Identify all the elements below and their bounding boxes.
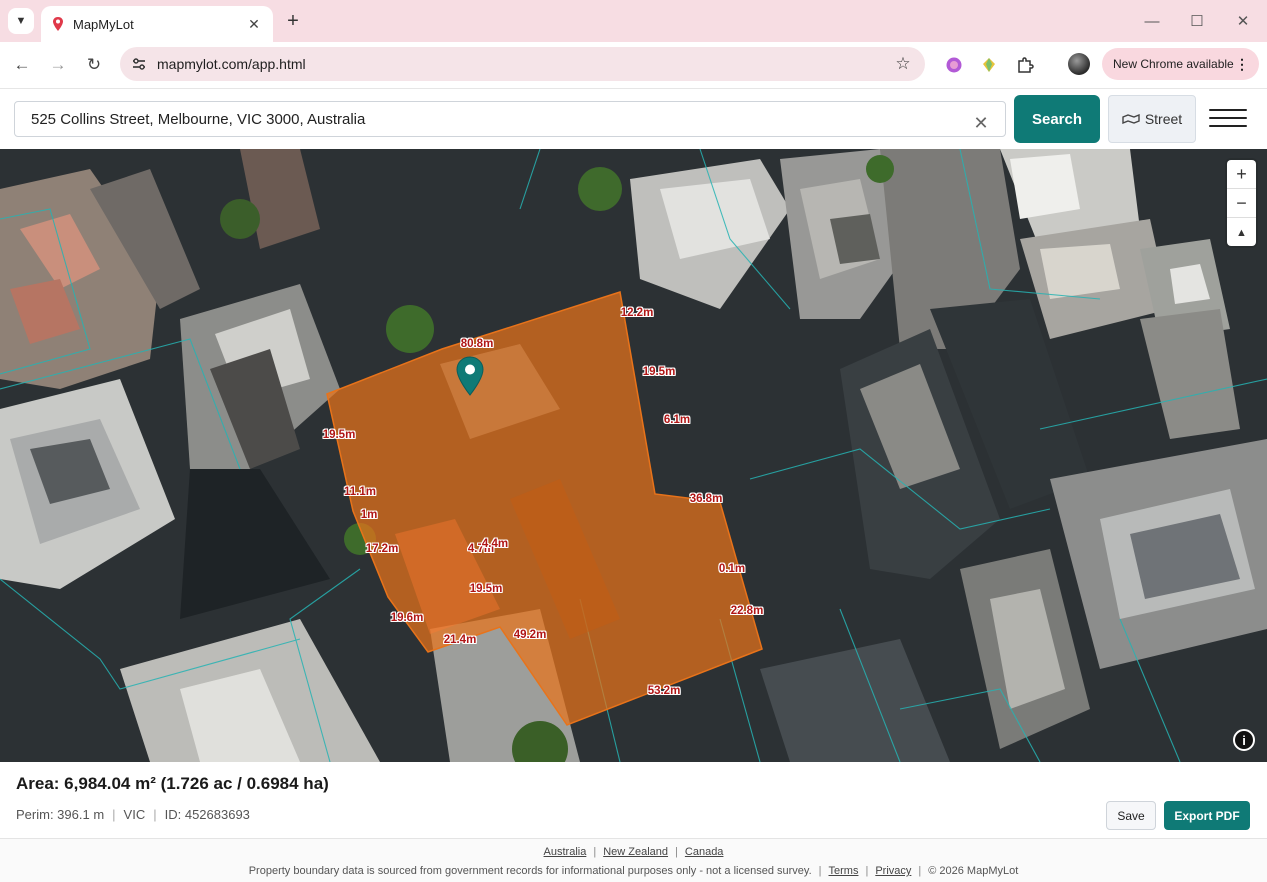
measurement-label: 1m: [360, 509, 378, 521]
satellite-map[interactable]: 12.2m 80.8m 19.5m 19.5m 6.1m 11.1m 36.8m…: [0, 149, 1267, 762]
back-arrow-icon[interactable]: ←: [8, 51, 36, 79]
lot-info-panel: Area: 6,984.04 m² (1.726 ac / 0.6984 ha)…: [0, 762, 1267, 838]
footer-link-new-zealand[interactable]: New Zealand: [603, 846, 668, 858]
measurement-label: 53.2m: [647, 685, 681, 697]
page-footer: Australia | New Zealand | Canada Propert…: [0, 838, 1267, 882]
map-zoom-controls: + − ▲: [1227, 160, 1256, 246]
state-value: VIC: [123, 807, 146, 822]
address-bar[interactable]: mapmylot.com/app.html ☆: [120, 47, 925, 81]
browser-tabstrip: ▼ MapMyLot ✕ + — ☐ ✕: [0, 0, 1267, 42]
new-tab-plus-icon[interactable]: +: [283, 10, 303, 33]
minimize-icon[interactable]: —: [1137, 9, 1167, 33]
chrome-update-button[interactable]: New Chrome available ⋮: [1102, 48, 1259, 80]
measurement-label: 19.5m: [322, 429, 356, 441]
export-pdf-button[interactable]: Export PDF: [1164, 801, 1250, 830]
measurement-label: 6.1m: [663, 414, 691, 426]
area-summary: Area: 6,984.04 m² (1.726 ac / 0.6984 ha): [16, 774, 329, 793]
separator: |: [153, 807, 157, 822]
address-search-input[interactable]: [14, 101, 1006, 137]
measurement-label: 19.5m: [469, 583, 503, 595]
separator: |: [112, 807, 116, 822]
measurement-label: 11.1m: [344, 486, 376, 498]
tab-title: MapMyLot: [73, 16, 134, 32]
lot-id-value: ID: 452683693: [164, 807, 250, 822]
extension-globe-icon[interactable]: [943, 54, 965, 76]
forward-arrow-icon[interactable]: →: [44, 51, 72, 79]
browser-tab[interactable]: MapMyLot ✕: [41, 6, 273, 42]
footer-link-australia[interactable]: Australia: [544, 846, 587, 858]
more-menu-icon[interactable]: ⋮: [1235, 56, 1249, 73]
app-header: ✕ Search Street: [0, 88, 1267, 149]
compass-reset-icon[interactable]: ▲: [1227, 218, 1256, 247]
extensions-puzzle-icon[interactable]: [1014, 54, 1036, 76]
measurement-label: 49.2m: [513, 629, 547, 641]
measurement-label: 19.6m: [390, 612, 424, 624]
clear-search-icon[interactable]: ✕: [971, 113, 991, 133]
zoom-out-icon[interactable]: −: [1227, 189, 1256, 218]
measurement-label: 17.2m: [365, 543, 399, 555]
street-view-toggle-button[interactable]: Street: [1108, 95, 1196, 143]
tab-search-chevron-icon[interactable]: ▼: [8, 8, 34, 34]
measurement-label: 4.4m: [481, 538, 509, 550]
site-info-icon[interactable]: [128, 53, 150, 75]
url-text: mapmylot.com/app.html: [157, 56, 306, 72]
search-button[interactable]: Search: [1014, 95, 1100, 143]
zoom-in-icon[interactable]: +: [1227, 160, 1256, 189]
location-pin-icon[interactable]: [455, 356, 485, 396]
reload-icon[interactable]: ↻: [80, 51, 108, 79]
measurement-label: 80.8m: [460, 338, 494, 350]
hamburger-menu-icon[interactable]: [1209, 109, 1247, 129]
footer-copyright: © 2026 MapMyLot: [928, 865, 1019, 877]
aerial-imagery: [0, 149, 1267, 762]
bookmark-star-icon[interactable]: ☆: [891, 54, 915, 74]
perimeter-value: Perim: 396.1 m: [16, 807, 105, 822]
measurement-label: 19.5m: [642, 366, 676, 378]
street-button-label: Street: [1144, 111, 1183, 127]
footer-link-privacy[interactable]: Privacy: [875, 865, 911, 877]
footer-link-canada[interactable]: Canada: [685, 846, 724, 858]
profile-avatar[interactable]: [1068, 53, 1090, 75]
measurement-label: 0.1m: [718, 563, 746, 575]
lot-meta: Perim: 396.1 m | VIC | ID: 452683693: [16, 807, 250, 822]
tab-close-icon[interactable]: ✕: [245, 16, 263, 33]
measurement-label: 12.2m: [620, 307, 654, 319]
footer-disclaimer: Property boundary data is sourced from g…: [248, 865, 812, 877]
extension-gem-icon[interactable]: [978, 54, 1000, 76]
browser-toolbar: ← → ↻ mapmylot.com/app.html ☆ New Chrome…: [0, 42, 1267, 88]
map-pin-favicon-icon: [53, 17, 63, 31]
measurement-label: 21.4m: [443, 634, 477, 646]
footer-link-terms[interactable]: Terms: [829, 865, 859, 877]
street-map-icon: [1122, 114, 1140, 124]
window-close-icon[interactable]: ✕: [1228, 9, 1258, 33]
measurement-label: 22.8m: [730, 605, 764, 617]
update-label: New Chrome available: [1113, 57, 1234, 71]
maximize-icon[interactable]: ☐: [1182, 9, 1212, 33]
measurement-label: 36.8m: [689, 493, 723, 505]
attribution-info-icon[interactable]: i: [1233, 729, 1255, 751]
save-button[interactable]: Save: [1106, 801, 1156, 830]
